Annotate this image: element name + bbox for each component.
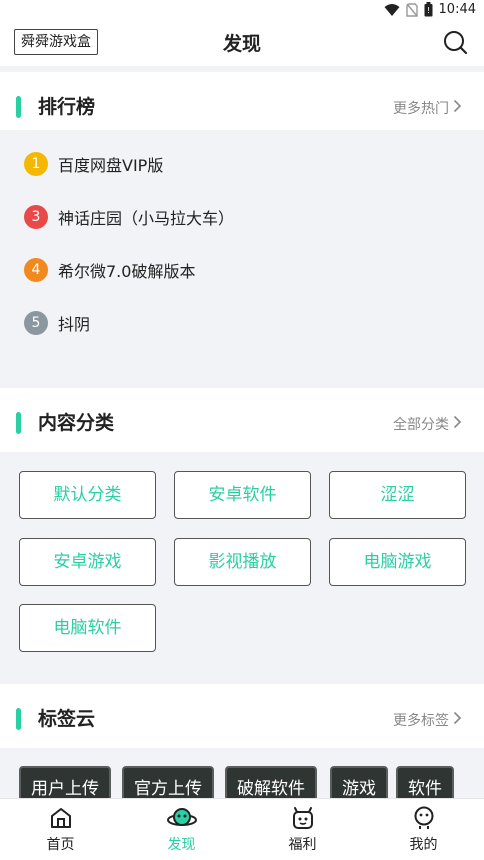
- tag-cloud: 用户上传 官方上传 破解软件 游戏 软件: [0, 748, 484, 800]
- ranking-item-name: 抖阴: [58, 315, 91, 334]
- ranking-item[interactable]: 1 百度网盘VIP版: [24, 151, 163, 177]
- category-button[interactable]: 默认分类: [19, 471, 156, 519]
- rank-badge: 4: [24, 258, 48, 282]
- nav-label: 我的: [409, 837, 438, 853]
- more-tags-link[interactable]: 更多标签: [393, 710, 462, 730]
- wifi-icon: [384, 3, 400, 17]
- app-bar: 舜舜游戏盒 发现: [0, 22, 484, 66]
- chevron-right-icon: [453, 415, 462, 433]
- all-categories-link[interactable]: 全部分类: [393, 414, 462, 434]
- status-bar: ! 10:44: [0, 0, 484, 22]
- nav-label: 首页: [46, 837, 75, 853]
- ranking-item-name: 希尔微7.0破解版本: [58, 262, 196, 281]
- ranking-title: 排行榜: [38, 96, 96, 118]
- search-button[interactable]: [442, 29, 468, 55]
- ranking-item[interactable]: 3 神话庄园（小马拉大车）: [24, 204, 234, 230]
- category-button[interactable]: 涩涩: [329, 471, 466, 519]
- categories-title: 内容分类: [38, 412, 115, 434]
- nav-discover[interactable]: 发现: [121, 799, 242, 860]
- more-hot-label: 更多热门: [393, 101, 449, 117]
- svg-text:!: !: [426, 6, 429, 15]
- more-hot-link[interactable]: 更多热门: [393, 98, 462, 118]
- ranking-list: 1 百度网盘VIP版 3 神话庄园（小马拉大车） 4 希尔微7.0破解版本 5 …: [0, 130, 484, 388]
- section-accent-bar: [16, 412, 21, 434]
- category-grid: 默认分类 安卓软件 涩涩 安卓游戏 影视播放 电脑游戏 电脑软件: [0, 452, 484, 684]
- chevron-right-icon: [453, 711, 462, 729]
- ranking-item-name: 神话庄园（小马拉大车）: [58, 209, 235, 228]
- category-button[interactable]: 电脑软件: [19, 604, 156, 652]
- status-time: 10:44: [438, 2, 476, 17]
- category-button[interactable]: 电脑游戏: [329, 538, 466, 586]
- categories-section-header: 内容分类 全部分类: [0, 388, 484, 452]
- home-icon: [49, 806, 73, 834]
- nav-welfare[interactable]: 福利: [242, 799, 363, 860]
- rank-badge: 1: [24, 152, 48, 176]
- no-sim-icon: [405, 2, 418, 17]
- tag-chip[interactable]: 破解软件: [225, 766, 317, 800]
- ranking-item[interactable]: 5 抖阴: [24, 310, 90, 336]
- tags-section-header: 标签云 更多标签: [0, 684, 484, 748]
- planet-icon: [166, 806, 197, 834]
- page-title: 发现: [222, 33, 261, 55]
- search-icon: [442, 31, 468, 59]
- ranking-section-header: 排行榜 更多热门: [0, 72, 484, 136]
- more-tags-label: 更多标签: [393, 713, 449, 729]
- tag-chip[interactable]: 游戏: [330, 766, 388, 800]
- bottom-nav: 首页 发现 福利 我的: [0, 798, 484, 860]
- rank-badge: 3: [24, 205, 48, 229]
- category-button[interactable]: 影视播放: [174, 538, 311, 586]
- chevron-right-icon: [453, 99, 462, 117]
- ranking-item[interactable]: 4 希尔微7.0破解版本: [24, 257, 195, 283]
- tag-chip[interactable]: 用户上传: [19, 766, 111, 800]
- nav-home[interactable]: 首页: [0, 799, 121, 860]
- section-accent-bar: [16, 96, 21, 118]
- nav-profile[interactable]: 我的: [363, 799, 484, 860]
- rank-badge: 5: [24, 311, 48, 335]
- tag-chip[interactable]: 软件: [396, 766, 454, 800]
- battery-icon: !: [424, 2, 433, 17]
- all-categories-label: 全部分类: [393, 417, 449, 433]
- tags-title: 标签云: [38, 708, 96, 730]
- tag-chip[interactable]: 官方上传: [122, 766, 214, 800]
- section-accent-bar: [16, 708, 21, 730]
- ranking-item-name: 百度网盘VIP版: [58, 156, 164, 175]
- category-button[interactable]: 安卓游戏: [19, 538, 156, 586]
- nav-label: 发现: [167, 837, 196, 853]
- category-button[interactable]: 安卓软件: [174, 471, 311, 519]
- nav-label: 福利: [288, 837, 317, 853]
- gift-face-icon: [291, 806, 315, 834]
- profile-icon: [412, 806, 436, 834]
